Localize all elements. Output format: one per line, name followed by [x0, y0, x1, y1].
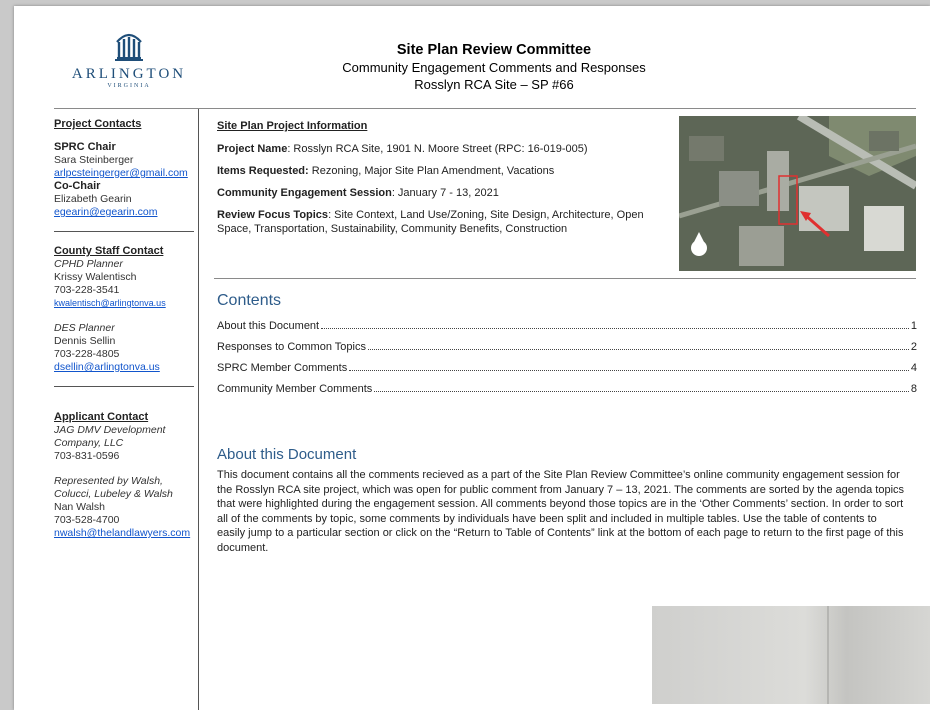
project-information: Site Plan Project Information Project Na…	[217, 119, 667, 244]
table-of-contents: About this Document 1 Responses to Common…	[217, 317, 917, 401]
applicant-company: JAG DMV Development Company, LLC	[54, 424, 166, 449]
toc-leader	[349, 370, 909, 371]
sidebar-section-divider	[54, 231, 194, 232]
toc-item-community-comments[interactable]: Community Member Comments 8	[217, 380, 917, 395]
document-subtitle: Community Engagement Comments and Respon…	[342, 60, 646, 75]
review-topics-label: Review Focus Topics	[217, 209, 329, 221]
toc-item-label: Community Member Comments	[217, 383, 373, 395]
about-heading: About this Document	[217, 446, 357, 463]
sprc-chair-email-link[interactable]: arlpcsteingerger@gmail.com	[54, 167, 188, 179]
cochair-label: Co-Chair	[54, 180, 101, 192]
representative-name: Nan Walsh	[54, 501, 105, 513]
logo-subtitle: VIRGINIA	[107, 83, 151, 89]
toc-leader	[321, 328, 909, 329]
contacts-sidebar: Project Contacts SPRC Chair Sara Steinbe…	[54, 118, 194, 540]
representative-phone: 703-528-4700	[54, 514, 120, 526]
info-divider	[214, 278, 916, 279]
toc-leader	[374, 391, 909, 392]
aerial-site-photo	[679, 116, 916, 271]
contents-heading: Contents	[217, 292, 282, 309]
project-info-heading: Site Plan Project Information	[217, 120, 368, 132]
toc-item-label: Responses to Common Topics	[217, 341, 366, 353]
project-contacts-heading: Project Contacts	[54, 118, 142, 130]
representative-email-link[interactable]: nwalsh@thelandlawyers.com	[54, 527, 190, 539]
project-name-label: Project Name	[217, 143, 288, 155]
toc-leader	[367, 349, 909, 350]
sprc-chair-name: Sara Steinberger	[54, 154, 134, 166]
applicant-representative: Represented by Walsh, Colucci, Lubeley &…	[54, 475, 173, 500]
items-requested-line: Items Requested: Rezoning, Major Site Pl…	[217, 164, 667, 178]
sprc-chair-label: SPRC Chair	[54, 141, 116, 153]
des-email-link[interactable]: dsellin@arlingtonva.us	[54, 361, 160, 373]
toc-item-page: 1	[910, 320, 917, 332]
sidebar-section-divider	[54, 386, 194, 387]
project-name-line: Project Name: Rosslyn RCA Site, 1901 N. …	[217, 142, 667, 156]
applicant-contact-heading: Applicant Contact	[54, 411, 149, 423]
toc-item-page: 2	[910, 341, 917, 353]
items-requested-label: Items Requested:	[217, 165, 309, 177]
cphd-name: Krissy Walentisch	[54, 271, 137, 283]
document-page: ARLINGTON VIRGINIA Site Plan Review Comm…	[14, 6, 930, 710]
logo-name: ARLINGTON	[71, 66, 187, 82]
cphd-phone: 703-228-3541	[54, 284, 120, 296]
toc-item-responses[interactable]: Responses to Common Topics 2	[217, 338, 917, 353]
toc-item-label: SPRC Member Comments	[217, 362, 348, 374]
arlington-building-icon	[115, 33, 143, 61]
engagement-session-value: : January 7 - 13, 2021	[391, 187, 499, 199]
des-name: Dennis Sellin	[54, 335, 116, 347]
county-staff-heading: County Staff Contact	[54, 245, 164, 257]
engagement-session-label: Community Engagement Session	[217, 187, 392, 199]
project-name-value: : Rosslyn RCA Site, 1901 N. Moore Street…	[287, 143, 588, 155]
cochair-name: Elizabeth Gearin	[54, 193, 132, 205]
cochair-email-link[interactable]: egearin@egearin.com	[54, 206, 157, 218]
arlington-logo: ARLINGTON VIRGINIA	[54, 30, 204, 89]
toc-item-about[interactable]: About this Document 1	[217, 317, 917, 332]
photo-seam	[827, 606, 829, 704]
des-role: DES Planner	[54, 322, 115, 334]
cphd-role: CPHD Planner	[54, 258, 123, 270]
des-phone: 703-228-4805	[54, 348, 120, 360]
header-divider	[54, 108, 916, 109]
toc-item-label: About this Document	[217, 320, 320, 332]
about-paragraph: This document contains all the comments …	[217, 469, 905, 554]
aerial-photo-graphic	[679, 116, 916, 271]
document-header: Site Plan Review Committee Community Eng…	[214, 42, 774, 92]
cphd-email-link[interactable]: kwalentisch@arlingtonva.us	[54, 298, 166, 308]
toc-item-page: 4	[910, 362, 917, 374]
items-requested-value: Rezoning, Major Site Plan Amendment, Vac…	[308, 165, 555, 177]
overlapping-photo-corner	[652, 606, 930, 704]
toc-item-page: 8	[910, 383, 917, 395]
applicant-phone: 703-831-0596	[54, 450, 120, 462]
toc-item-sprc-comments[interactable]: SPRC Member Comments 4	[217, 359, 917, 374]
document-site: Rosslyn RCA Site – SP #66	[414, 77, 574, 92]
sidebar-divider	[198, 109, 199, 710]
engagement-session-line: Community Engagement Session: January 7 …	[217, 186, 667, 200]
review-topics-line: Review Focus Topics: Site Context, Land …	[217, 208, 667, 236]
document-title: Site Plan Review Committee	[396, 42, 592, 58]
